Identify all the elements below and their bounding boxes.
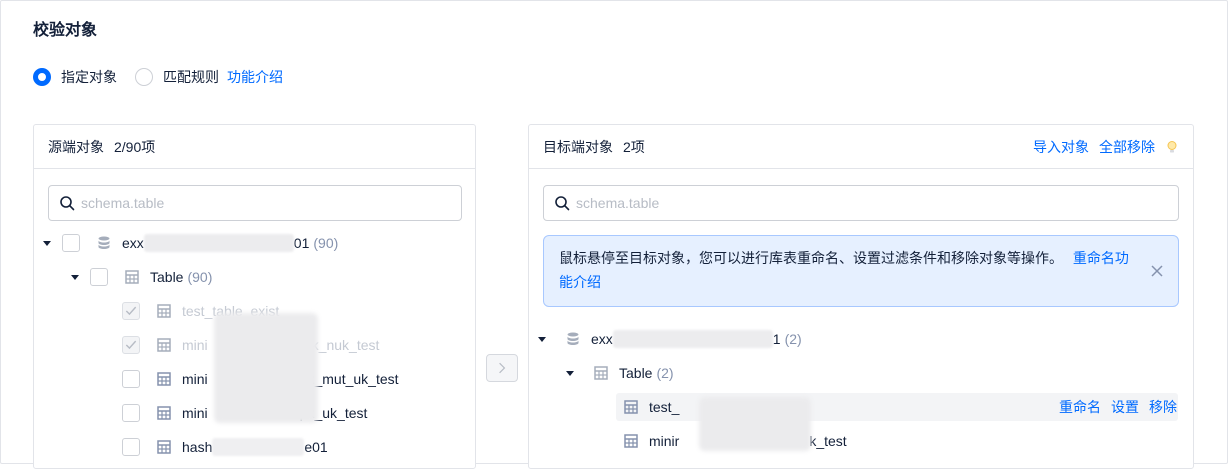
db-name-prefix: exx (591, 331, 613, 347)
target-panel: 目标端对象 2项 导入对象 全部移除 鼠标悬停至目标对象，您可以进行库表重命名、… (528, 124, 1194, 469)
table-name-suffix: e01 (304, 439, 328, 455)
table-name-prefix: test_ (649, 399, 680, 415)
info-tip: 鼠标悬停至目标对象，您可以进行库表重命名、设置过滤条件和移除对象等操作。 重命名… (543, 235, 1179, 307)
source-search (48, 185, 462, 221)
mode-radio-group: 指定对象 匹配规则 功能介绍 (33, 66, 283, 88)
table-icon (157, 338, 171, 352)
remove-link[interactable]: 移除 (1149, 397, 1177, 417)
target-search (543, 185, 1179, 221)
source-panel-header: 源端对象 2/90项 (34, 125, 475, 169)
caret-down-icon[interactable] (42, 238, 52, 248)
check-icon (125, 306, 137, 316)
table-name-prefix: minir (649, 433, 680, 449)
checkbox[interactable] (90, 268, 108, 286)
target-title: 目标端对象 (543, 138, 613, 155)
checkbox-checked-disabled (122, 336, 140, 354)
target-table-group[interactable]: Table (2) (565, 361, 674, 385)
table-icon (624, 400, 638, 414)
chevron-right-icon (499, 362, 506, 374)
group-count: (2) (656, 365, 674, 381)
db-name-prefix: exx (122, 235, 144, 251)
target-search-input[interactable] (576, 195, 1168, 211)
group-label: Table (150, 269, 184, 285)
check-icon (125, 340, 137, 350)
table-icon (594, 366, 608, 380)
table-name-suffix: k_test (809, 433, 847, 449)
target-count: 2项 (623, 138, 645, 155)
db-count: (90) (313, 235, 339, 251)
remove-all-link[interactable]: 全部移除 (1099, 137, 1155, 157)
rename-link[interactable]: 重命名 (1059, 397, 1101, 417)
radio-specified-label[interactable]: 指定对象 (61, 67, 117, 87)
table-name-prefix: mini (182, 405, 208, 421)
search-icon (60, 196, 75, 211)
table-name-prefix: hash (182, 439, 213, 455)
table-icon (125, 270, 139, 284)
checkbox[interactable] (62, 234, 80, 252)
section-title: 校验对象 (33, 22, 98, 39)
database-icon (98, 236, 110, 249)
radio-rule[interactable] (135, 68, 153, 86)
redacted-text (212, 438, 305, 456)
checkbox[interactable] (122, 438, 140, 456)
database-icon (567, 332, 579, 345)
checkbox[interactable] (122, 370, 140, 388)
radio-rule-label[interactable]: 匹配规则 (163, 67, 219, 87)
source-table-group[interactable]: Table (90) (70, 265, 212, 289)
tip-text: 鼠标悬停至目标对象，您可以进行库表重命名、设置过滤条件和移除对象等操作。 (559, 250, 1063, 266)
table-icon (157, 406, 171, 420)
lightbulb-icon[interactable] (1165, 140, 1179, 154)
target-header-actions: 导入对象 全部移除 (1033, 137, 1179, 157)
table-icon (157, 304, 171, 318)
caret-down-icon[interactable] (565, 368, 575, 378)
group-count: (90) (187, 269, 213, 285)
target-row-actions: 重命名 设置 移除 (1059, 393, 1177, 421)
transfer-right-button[interactable] (486, 354, 518, 382)
import-objects-link[interactable]: 导入对象 (1033, 137, 1089, 157)
db-name-suffix: 1 (772, 331, 781, 347)
target-db-node[interactable]: exx 1 (2) (537, 327, 802, 351)
checkbox[interactable] (122, 404, 140, 422)
redaction-blur (699, 397, 811, 451)
caret-down-icon[interactable] (70, 272, 80, 282)
radio-specified[interactable] (33, 68, 51, 86)
db-count: (2) (784, 331, 802, 347)
target-panel-header: 目标端对象 2项 导入对象 全部移除 (529, 125, 1193, 169)
close-icon[interactable] (1150, 264, 1164, 278)
group-label: Table (619, 365, 653, 381)
source-count: 2/90项 (114, 138, 156, 155)
checkbox-checked-disabled (122, 302, 140, 320)
search-icon (555, 196, 570, 211)
db-name-suffix: 01 (293, 235, 310, 251)
table-icon (157, 440, 171, 454)
table-icon (624, 434, 638, 448)
table-name-prefix: mini (182, 337, 208, 353)
source-db-node[interactable]: exx 01 (90) (42, 231, 338, 255)
target-table-row[interactable]: test_ (623, 395, 679, 419)
settings-link[interactable]: 设置 (1111, 397, 1139, 417)
table-name-prefix: mini (182, 371, 208, 387)
source-search-input[interactable] (81, 195, 451, 211)
table-icon (157, 372, 171, 386)
help-link[interactable]: 功能介绍 (227, 67, 283, 87)
redacted-text (612, 330, 773, 348)
redaction-blur (214, 313, 318, 423)
source-title: 源端对象 (48, 138, 104, 155)
caret-down-icon[interactable] (537, 334, 547, 344)
redacted-text (143, 234, 294, 252)
table-name-suffix: k_nuk_test (311, 337, 380, 353)
source-table-row[interactable]: hash e01 (122, 435, 328, 459)
source-panel: 源端对象 2/90项 exx 01 (90) Table (90) test_t… (33, 124, 476, 469)
